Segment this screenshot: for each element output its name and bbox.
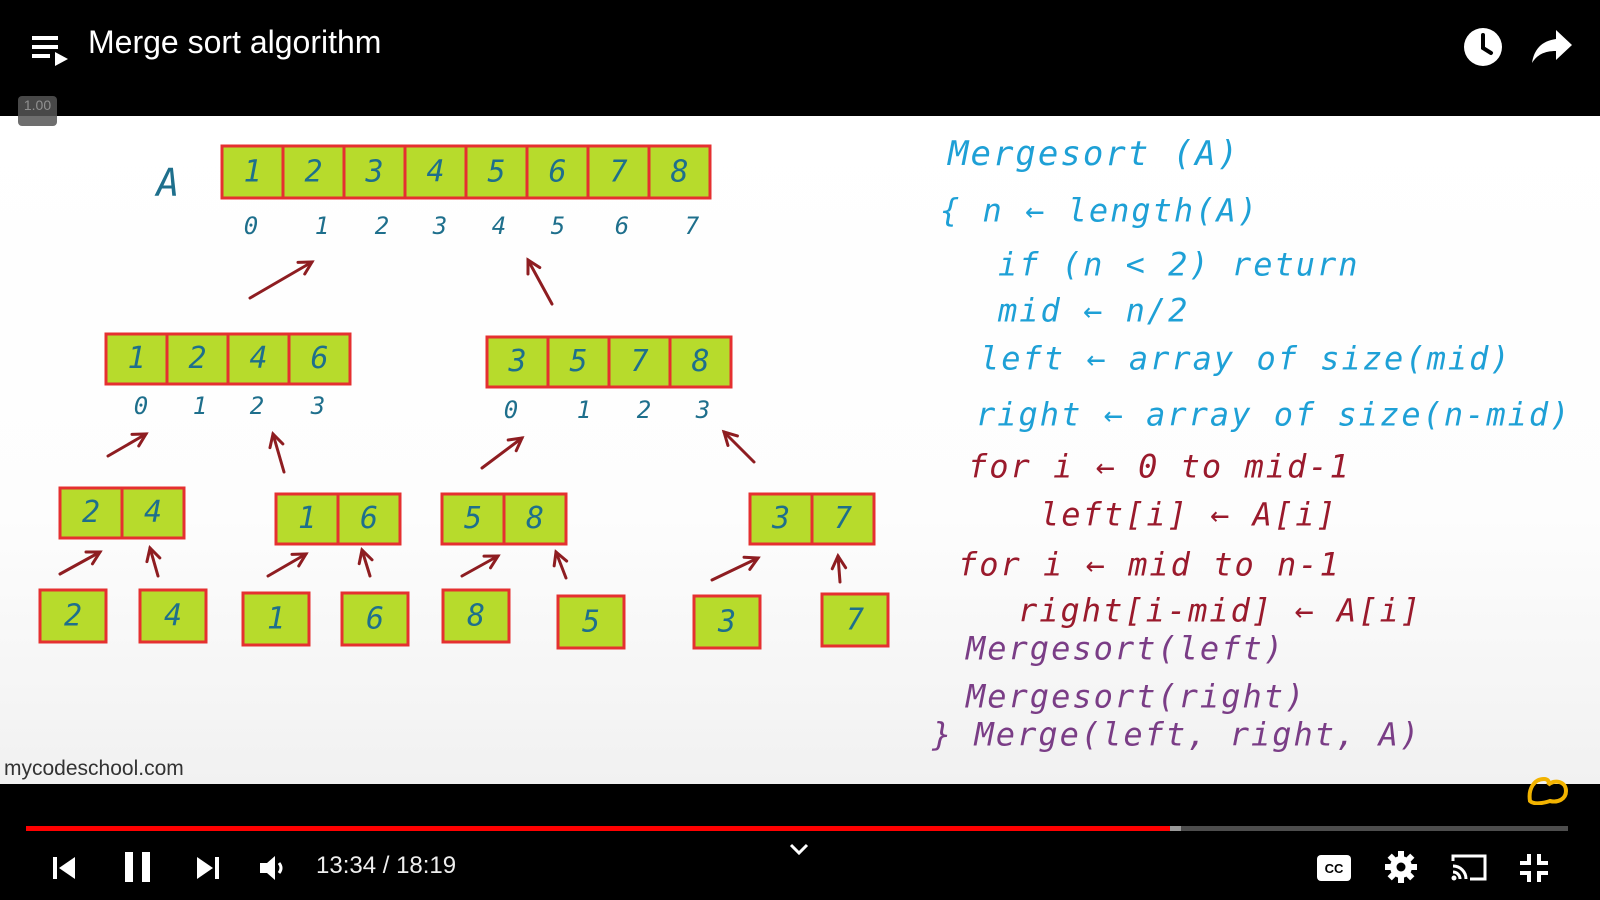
left-half-value: 6 [310,341,328,376]
single-4-value: 6 [366,601,384,636]
pair-2-value: 1 [298,501,316,536]
left-half-value: 4 [249,341,267,376]
previous-icon[interactable] [50,854,78,882]
single-8-value: 7 [846,602,864,637]
exit-fullscreen-icon[interactable] [1518,852,1550,884]
time-display: 13:34 / 18:19 [316,852,457,879]
code-line-7: for i ← 0 to mid-1 [968,448,1351,486]
code-line-1: Mergesort (A) [947,134,1240,174]
code-line-10: right[i-mid] ← A[i] [1018,592,1422,630]
top-array-index: 2 [375,212,389,240]
cast-icon[interactable] [1450,852,1488,882]
top-bar: Merge sort algorithm [0,0,1600,116]
left-half-index: 3 [310,392,325,420]
pair-1-value: 2 [82,495,100,530]
pair-1-value: 4 [144,495,162,530]
watch-later-icon[interactable] [1462,26,1504,68]
played-fill [26,826,1171,831]
right-half-value: 5 [569,344,587,379]
top-array-index: 6 [615,212,629,240]
channel-logo-icon[interactable] [1526,775,1570,805]
right-half-index: 0 [504,396,518,424]
captions-icon[interactable]: CC [1316,854,1352,882]
top-array-value: 8 [670,154,688,189]
single-3-value: 1 [267,601,285,636]
pair-3-value: 8 [526,501,544,536]
code-line-4: mid ← n/2 [997,292,1189,330]
chevron-down-icon[interactable] [788,842,810,858]
code-line-9: for i ← mid to n-1 [958,546,1341,584]
playlist-icon[interactable] [30,30,70,66]
whiteboard-drawing: A 1 2 3 4 5 6 7 8 0 1 2 3 4 5 6 7 1 2 4 6 0 1 2 3 3 5 7 8 0 1 2 3 2 4 1 6 5 8 3… [38,134,1571,754]
top-array-value: 2 [304,154,322,189]
right-half-value: 8 [691,344,709,379]
left-half-index: 2 [250,392,264,420]
code-line-12: Mergesort(right) [965,678,1306,716]
top-array-index: 7 [685,212,700,240]
pause-icon[interactable] [122,850,154,884]
merge-arrow [248,260,314,300]
svg-text:CC: CC [1325,861,1344,876]
player-controls: 13:34 / 18:19 CC [0,784,1600,900]
code-line-8: left[i] ← A[i] [1040,496,1338,534]
share-icon[interactable] [1530,26,1574,66]
top-array-index: 1 [315,212,329,240]
watermark: mycodeschool.com [4,757,184,780]
left-half-value: 1 [127,341,145,376]
code-line-6: right ← array of size(n-mid) [976,396,1571,434]
top-array-value: 1 [243,154,261,189]
top-array-index: 3 [432,212,447,240]
left-half-index: 1 [193,392,207,420]
merge-arrow [480,436,524,470]
code-line-11: Mergesort(left) [965,630,1285,668]
video-title[interactable]: Merge sort algorithm [88,24,381,61]
merge-arrow [722,430,756,464]
top-array-value: 4 [426,154,444,189]
array-label: A [155,161,180,205]
right-half-value: 7 [630,344,648,379]
pair-4-value: 7 [834,501,852,536]
code-line-5: left ← array of size(mid) [980,340,1512,378]
playback-speed-badge: 1.00 [18,96,57,126]
code-line-2: { n ← length(A) [940,192,1259,230]
right-half-value: 3 [507,344,526,379]
top-array-index: 4 [492,212,506,240]
left-half-index: 0 [134,392,148,420]
single-7-value: 3 [717,604,736,639]
code-line-13: } Merge(left, right, A) [931,716,1421,754]
top-array-value: 5 [487,154,505,189]
top-array-value: 6 [548,154,566,189]
settings-icon[interactable] [1384,850,1418,884]
top-array-value: 7 [609,154,627,189]
progress-bar[interactable] [26,826,1568,831]
pair-3-value: 5 [464,501,482,536]
top-array-index: 5 [551,212,565,240]
video-frame[interactable]: A 1 2 3 4 5 6 7 8 0 1 2 3 4 5 6 7 1 2 4 6 0 1 2 3 3 5 7 8 0 1 2 3 2 4 1 6 5 8 3… [0,116,1600,784]
pair-4-value: 3 [771,501,790,536]
code-line-3: if (n < 2) return [998,246,1360,284]
right-half-index: 2 [637,396,651,424]
right-half-index: 1 [577,396,591,424]
right-half-index: 3 [695,396,710,424]
single-2-value: 4 [164,598,182,633]
next-icon[interactable] [194,854,222,882]
single-5-value: 8 [467,598,485,633]
left-half-value: 2 [188,341,206,376]
top-array-index: 0 [244,212,258,240]
pair-2-value: 6 [360,501,378,536]
single-6-value: 5 [582,604,600,639]
top-array-value: 3 [364,154,383,189]
single-1-value: 2 [64,598,82,633]
volume-icon[interactable] [258,854,288,882]
